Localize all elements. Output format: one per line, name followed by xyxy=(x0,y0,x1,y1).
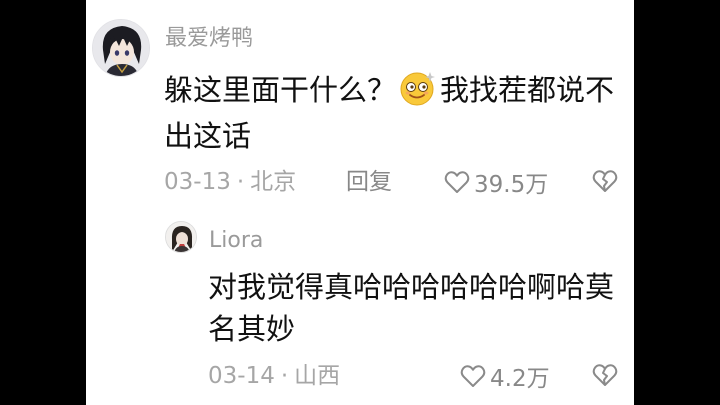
reply-dislike-button[interactable] xyxy=(592,363,618,391)
comment-meta: 03-13 · 北京 xyxy=(164,167,296,197)
comment-username[interactable]: 最爱烤鸭 xyxy=(165,26,253,52)
meta-separator: · xyxy=(236,169,245,195)
avatar[interactable] xyxy=(92,19,150,77)
comment-text-part-1: 躲这里面干什么？ xyxy=(164,73,397,107)
comment-date: 03-13 xyxy=(164,169,231,195)
reply-like-button[interactable]: 4.2万 xyxy=(460,361,550,392)
meta-separator: · xyxy=(280,363,289,389)
reply-location: 山西 xyxy=(294,363,341,389)
reply-like-count: 4.2万 xyxy=(490,366,550,392)
reply-avatar[interactable] xyxy=(165,221,197,253)
like-button[interactable]: 39.5万 xyxy=(444,167,549,198)
like-count: 39.5万 xyxy=(474,172,549,198)
reply-text: 对我觉得真哈哈哈哈哈哈啊哈莫名其妙 xyxy=(208,270,615,346)
dislike-button[interactable] xyxy=(592,169,618,197)
broken-heart-icon xyxy=(592,364,618,386)
reply-meta: 03-14 · 山西 xyxy=(208,361,340,391)
reply-date: 03-14 xyxy=(208,363,275,389)
comment-location: 北京 xyxy=(250,169,297,195)
dizzy-face-emoji xyxy=(398,68,438,108)
reply-username[interactable]: Liora xyxy=(209,228,263,254)
reply-button[interactable]: 回复 xyxy=(346,167,392,197)
broken-heart-icon xyxy=(592,170,618,192)
comment-panel: 最爱烤鸭 躲这里面干什么？ 我找茬都说不出这话 03-13 · 北京 回复 39… xyxy=(86,0,634,405)
heart-outline-icon xyxy=(444,171,470,193)
video-frame: 最爱烤鸭 躲这里面干什么？ 我找茬都说不出这话 03-13 · 北京 回复 39… xyxy=(0,0,720,405)
comment-text: 躲这里面干什么？ 我找茬都说不出这话 xyxy=(164,67,624,159)
heart-outline-icon xyxy=(460,365,486,387)
